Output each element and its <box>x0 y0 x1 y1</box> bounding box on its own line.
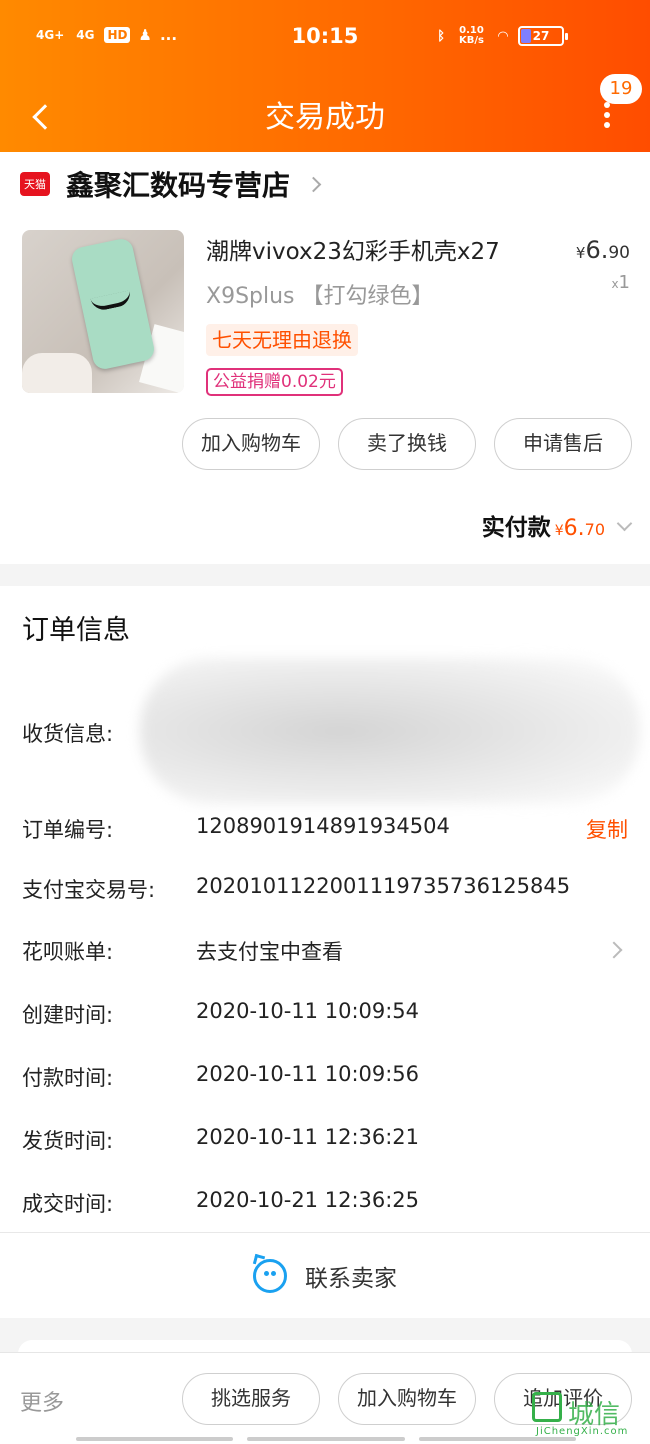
row-label: 成交时间: <box>22 1192 114 1216</box>
copy-button[interactable]: 复制 <box>586 814 628 844</box>
page-title: 交易成功 <box>265 100 385 135</box>
more-button[interactable]: 更多 <box>20 1385 64 1417</box>
row-label: 创建时间: <box>22 1003 114 1027</box>
message-count-badge[interactable]: 19 <box>600 74 642 104</box>
paid-time: 2020-10-11 10:09:56 <box>196 1062 420 1086</box>
watermark-logo: 城信 JiChengXin.com <box>532 1392 642 1440</box>
chevron-down-icon <box>616 515 633 532</box>
shop-name: 鑫聚汇数码专营店 <box>66 169 291 202</box>
row-label: 订单编号: <box>22 818 114 842</box>
huabei-bill-link: 去支付宝中查看 <box>196 940 343 964</box>
contact-seller-label: 联系卖家 <box>305 1266 397 1292</box>
sell-button[interactable]: 卖了换钱 <box>338 418 476 470</box>
completed-time-row: 成交时间: 2020-10-21 12:36:25 <box>0 1188 650 1228</box>
completed-time: 2020-10-21 12:36:25 <box>196 1188 420 1212</box>
dot-icon <box>604 122 610 128</box>
product-image[interactable] <box>22 230 184 393</box>
row-label: 花呗账单: <box>22 940 114 964</box>
battery-level: 27 <box>532 29 550 43</box>
watermark-icon <box>532 1392 562 1422</box>
add-to-cart-bottom-button[interactable]: 加入购物车 <box>338 1373 476 1425</box>
product-price: ¥6.90 <box>575 236 630 264</box>
status-right: ᛒ 0.10 KB/s ◠ <box>437 26 508 46</box>
phone-case-graphic <box>69 236 157 372</box>
add-to-cart-button[interactable]: 加入购物车 <box>182 418 320 470</box>
chevron-right-icon <box>605 941 623 959</box>
alipay-trade-row: 支付宝交易号: 2020101122001119735736125845 <box>0 874 650 914</box>
row-label: 支付宝交易号: <box>22 878 156 902</box>
created-time-row: 创建时间: 2020-10-11 10:09:54 <box>0 999 650 1039</box>
shipped-time: 2020-10-11 12:36:21 <box>196 1125 420 1149</box>
more-menu-button[interactable] <box>602 102 612 128</box>
home-indicator <box>76 1437 576 1442</box>
net-speed: 0.10 KB/s <box>459 25 484 46</box>
created-time: 2020-10-11 10:09:54 <box>196 999 420 1023</box>
paid-amount: ¥6.70 <box>554 516 605 541</box>
battery-icon: 27 <box>518 26 568 46</box>
tmall-icon: 天猫 <box>20 172 50 196</box>
order-number: 1208901914891934504 <box>196 814 450 838</box>
bluetooth-icon: ᛒ <box>437 28 446 44</box>
shipped-time-row: 发货时间: 2020-10-11 12:36:21 <box>0 1125 650 1165</box>
row-label: 付款时间: <box>22 1066 114 1090</box>
huabei-bill-row[interactable]: 花呗账单: 去支付宝中查看 <box>0 936 650 976</box>
swoosh-icon <box>90 290 133 313</box>
address-redacted <box>140 658 640 804</box>
order-product-card: 天猫 鑫聚汇数码专营店 潮牌vivox23幻彩手机壳x27 X9Splus 【打… <box>0 152 650 564</box>
paid-time-row: 付款时间: 2020-10-11 10:09:56 <box>0 1062 650 1102</box>
wifi-icon: ◠ <box>498 28 508 44</box>
chat-bot-icon <box>252 1253 287 1293</box>
contact-seller-button[interactable]: 联系卖家 <box>0 1250 650 1302</box>
row-label: 发货时间: <box>22 1129 114 1153</box>
select-service-button[interactable]: 挑选服务 <box>182 1373 320 1425</box>
return-policy-tag: 七天无理由退换 <box>206 324 358 356</box>
after-sale-button[interactable]: 申请售后 <box>494 418 632 470</box>
nav-bar: 交易成功 19 <box>0 74 650 152</box>
header: 4G+ 4G HD ♟ ... 10:15 ᛒ 0.10 KB/s ◠ 27 交易… <box>0 0 650 152</box>
shop-link[interactable]: 天猫 鑫聚汇数码专营店 <box>20 164 322 204</box>
product-title[interactable]: 潮牌vivox23幻彩手机壳x27 <box>206 232 500 266</box>
address-label: 收货信息: <box>22 722 114 746</box>
paid-amount-row[interactable]: 实付款 ¥6.70 <box>481 508 633 542</box>
paid-label: 实付款 <box>481 515 551 541</box>
charity-tag: 公益捐赠0.02元 <box>206 368 343 396</box>
status-bar: 4G+ 4G HD ♟ ... 10:15 ᛒ 0.10 KB/s ◠ 27 <box>0 0 650 76</box>
product-quantity: x1 <box>611 272 630 293</box>
order-info-heading: 订单信息 <box>22 615 130 646</box>
dot-icon <box>604 112 610 118</box>
product-sku: X9Splus 【打勾绿色】 <box>206 284 434 309</box>
divider <box>0 1232 650 1233</box>
chevron-right-icon <box>305 176 322 192</box>
watermark-url: JiChengXin.com <box>536 1426 629 1437</box>
alipay-trade-number: 2020101122001119735736125845 <box>196 874 571 898</box>
order-info-card: 订单信息 收货信息: 订单编号: 1208901914891934504 复制 … <box>0 586 650 1318</box>
order-number-row: 订单编号: 1208901914891934504 复制 <box>0 814 650 854</box>
